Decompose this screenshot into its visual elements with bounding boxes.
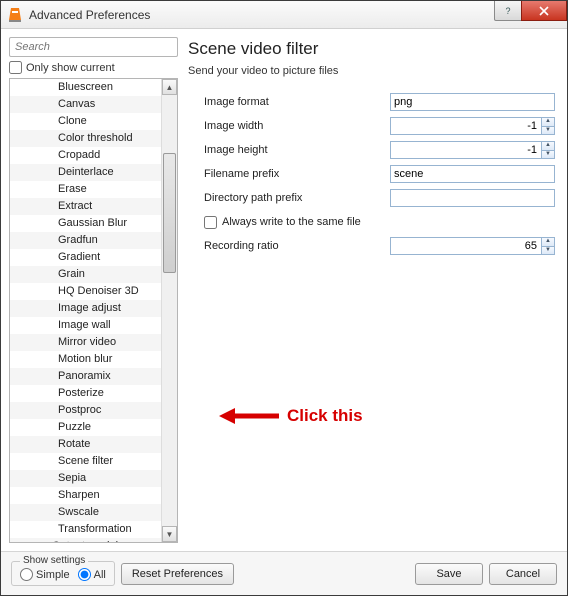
- spinner-image-height[interactable]: ▲▼: [541, 141, 555, 159]
- window-buttons: ?: [495, 1, 567, 28]
- scroll-up-button[interactable]: ▲: [162, 79, 177, 95]
- label-filename-prefix: Filename prefix: [190, 168, 390, 180]
- disclosure-icon: ▷: [42, 538, 52, 542]
- row-always-write: Always write to the same file: [190, 211, 555, 233]
- tree-item[interactable]: Extract: [10, 198, 161, 215]
- tree-item[interactable]: Color threshold: [10, 130, 161, 147]
- checkbox-always-write[interactable]: [204, 216, 217, 229]
- tree-item[interactable]: HQ Denoiser 3D: [10, 283, 161, 300]
- panel-description: Send your video to picture files: [188, 65, 559, 77]
- tree-item[interactable]: Image adjust: [10, 300, 161, 317]
- row-image-width: Image width ▲▼: [190, 115, 555, 137]
- help-button[interactable]: ?: [494, 1, 522, 21]
- sidebar: Only show current BluescreenCanvasCloneC…: [9, 37, 178, 543]
- tree-item[interactable]: Canvas: [10, 96, 161, 113]
- form: Image format Image width ▲▼ Image height…: [186, 91, 559, 259]
- row-filename-prefix: Filename prefix: [190, 163, 555, 185]
- tree-item[interactable]: Scene filter: [10, 453, 161, 470]
- tree-item[interactable]: Grain: [10, 266, 161, 283]
- tree-item[interactable]: Gaussian Blur: [10, 215, 161, 232]
- tree-item[interactable]: Panoramix: [10, 368, 161, 385]
- close-button[interactable]: [521, 1, 567, 21]
- tree-item[interactable]: Deinterlace: [10, 164, 161, 181]
- label-image-height: Image height: [190, 144, 390, 156]
- input-image-height[interactable]: [390, 141, 541, 159]
- row-image-height: Image height ▲▼: [190, 139, 555, 161]
- spinner-image-width[interactable]: ▲▼: [541, 117, 555, 135]
- show-settings-title: Show settings: [20, 555, 88, 566]
- scroll-thumb[interactable]: [163, 153, 176, 273]
- app-icon: [7, 7, 23, 23]
- tree-item[interactable]: Mirror video: [10, 334, 161, 351]
- save-button[interactable]: Save: [415, 563, 483, 585]
- tree-item[interactable]: Swscale: [10, 504, 161, 521]
- reset-button[interactable]: Reset Preferences: [121, 563, 234, 585]
- input-image-format[interactable]: [390, 93, 555, 111]
- tree-item[interactable]: Rotate: [10, 436, 161, 453]
- radio-simple[interactable]: [20, 568, 33, 581]
- tree-item[interactable]: Erase: [10, 181, 161, 198]
- radio-all[interactable]: [78, 568, 91, 581]
- row-recording-ratio: Recording ratio ▲▼: [190, 235, 555, 257]
- tree-item[interactable]: Image wall: [10, 317, 161, 334]
- window-title: Advanced Preferences: [29, 8, 495, 22]
- scrollbar[interactable]: ▲ ▼: [161, 79, 177, 542]
- label-always-write[interactable]: Always write to the same file: [190, 216, 361, 229]
- footer: Show settings Simple All Reset Preferenc…: [1, 551, 567, 595]
- titlebar[interactable]: Advanced Preferences ?: [1, 1, 567, 29]
- tree-item[interactable]: Cropadd: [10, 147, 161, 164]
- input-directory-prefix[interactable]: [390, 189, 555, 207]
- only-show-current-checkbox[interactable]: [9, 61, 22, 74]
- tree-item[interactable]: Gradfun: [10, 232, 161, 249]
- radio-simple-label[interactable]: Simple: [20, 568, 70, 581]
- label-image-format: Image format: [190, 96, 390, 108]
- tree-item[interactable]: Transformation: [10, 521, 161, 538]
- panel-title: Scene video filter: [188, 39, 559, 59]
- scroll-down-button[interactable]: ▼: [162, 526, 177, 542]
- radio-all-label[interactable]: All: [78, 568, 106, 581]
- input-recording-ratio[interactable]: [390, 237, 541, 255]
- preferences-window: Advanced Preferences ? Only show current…: [0, 0, 568, 596]
- input-image-width[interactable]: [390, 117, 541, 135]
- label-directory-prefix: Directory path prefix: [190, 192, 390, 204]
- show-settings-group: Show settings Simple All: [11, 561, 115, 586]
- tree[interactable]: BluescreenCanvasCloneColor thresholdCrop…: [10, 79, 161, 542]
- tree-item-collapsible[interactable]: ▷Output modules: [10, 538, 161, 542]
- scroll-track[interactable]: [162, 95, 177, 526]
- label-recording-ratio: Recording ratio: [190, 240, 390, 252]
- only-show-current-label: Only show current: [26, 62, 115, 74]
- input-filename-prefix[interactable]: [390, 165, 555, 183]
- tree-item[interactable]: Postproc: [10, 402, 161, 419]
- search-input[interactable]: [9, 37, 178, 57]
- tree-item[interactable]: Posterize: [10, 385, 161, 402]
- tree-item[interactable]: Clone: [10, 113, 161, 130]
- cancel-button[interactable]: Cancel: [489, 563, 557, 585]
- settings-panel: Scene video filter Send your video to pi…: [186, 37, 559, 543]
- tree-item[interactable]: Puzzle: [10, 419, 161, 436]
- tree-item[interactable]: Motion blur: [10, 351, 161, 368]
- svg-text:?: ?: [505, 6, 510, 16]
- row-image-format: Image format: [190, 91, 555, 113]
- tree-item[interactable]: Gradient: [10, 249, 161, 266]
- tree-item[interactable]: Bluescreen: [10, 79, 161, 96]
- label-image-width: Image width: [190, 120, 390, 132]
- only-show-current-row[interactable]: Only show current: [9, 61, 178, 74]
- spinner-recording-ratio[interactable]: ▲▼: [541, 237, 555, 255]
- tree-container: BluescreenCanvasCloneColor thresholdCrop…: [9, 78, 178, 543]
- row-directory-prefix: Directory path prefix: [190, 187, 555, 209]
- tree-item[interactable]: Sharpen: [10, 487, 161, 504]
- tree-item[interactable]: Sepia: [10, 470, 161, 487]
